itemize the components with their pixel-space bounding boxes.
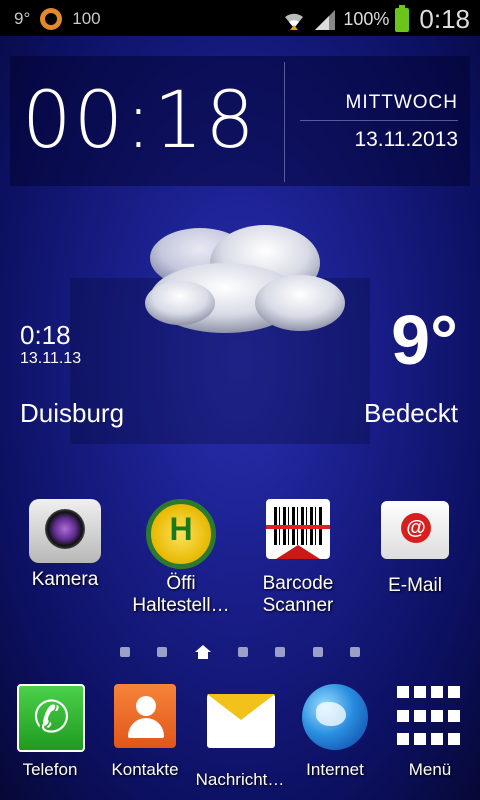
status-bar[interactable]: 9° 100 100% 0:18	[0, 0, 480, 36]
page-dot[interactable]	[157, 647, 168, 657]
messages-icon	[207, 694, 275, 760]
clock-time: 00:18	[22, 76, 257, 166]
weather-time: 0:18	[20, 320, 71, 350]
dock-nachrichten[interactable]: Nachricht…	[190, 684, 290, 790]
clock-divider	[284, 62, 285, 182]
barcode-icon	[262, 499, 334, 567]
clock-date: 13.11.2013	[354, 128, 458, 151]
camera-icon	[29, 495, 101, 563]
app-kamera[interactable]: Kamera	[10, 495, 120, 591]
app-drawer-icon	[397, 684, 463, 750]
dock-label-internet: Internet	[306, 760, 364, 779]
weather-date: 13.11.13	[20, 350, 82, 367]
phone-icon: ✆	[17, 684, 85, 752]
page-dot[interactable]	[120, 647, 130, 657]
home-page-icon[interactable]	[194, 645, 211, 659]
page-dot[interactable]	[237, 647, 248, 657]
app-label-kamera: Kamera	[31, 569, 99, 590]
app-label-barcode: Barcode Scanner	[262, 573, 334, 616]
globe-icon	[302, 684, 368, 750]
wifi-icon	[285, 13, 304, 30]
weather-notification-temp: 9°	[14, 9, 31, 28]
page-dot[interactable]	[349, 647, 360, 657]
dock-kontakte[interactable]: Kontakte	[95, 684, 195, 780]
app-email[interactable]: @ E-Mail	[360, 495, 470, 597]
system-icons: 100% 0:18	[281, 4, 470, 35]
contacts-icon	[112, 684, 178, 750]
battery-percent: 100%	[343, 9, 390, 29]
bus-stop-icon: H	[145, 499, 217, 569]
app-barcode-scanner[interactable]: Barcode Scanner	[243, 495, 353, 617]
dock-telefon[interactable]: ✆ Telefon	[0, 684, 100, 780]
app-label-email: E-Mail	[388, 575, 442, 596]
app-row: Kamera H Öffi Haltestell… Barcode Scanner …	[0, 495, 480, 625]
dock-menu[interactable]: Menü	[380, 684, 480, 780]
dock-label-menu: Menü	[408, 760, 452, 779]
page-dot[interactable]	[275, 647, 286, 657]
app-notification-icon	[40, 8, 63, 30]
page-indicator[interactable]	[120, 644, 360, 660]
status-time: 0:18	[419, 4, 470, 34]
dock: ✆ Telefon Kontakte Nachricht… Internet M…	[0, 684, 480, 800]
dock-label-telefon: Telefon	[22, 760, 78, 779]
weather-condition: Bedeckt	[364, 398, 458, 428]
battery-icon	[395, 4, 410, 32]
email-icon: @	[379, 501, 451, 569]
clock-separator	[300, 120, 458, 121]
weather-temperature: 9°	[391, 301, 458, 379]
dock-label-kontakte: Kontakte	[111, 760, 179, 779]
weather-city: Duisburg	[20, 398, 125, 428]
signal-icon	[315, 9, 336, 30]
app-label-oeffi: Öffi Haltestell…	[132, 573, 230, 616]
app-oeffi[interactable]: H Öffi Haltestell…	[126, 495, 236, 617]
page-dot[interactable]	[312, 647, 323, 657]
clock-day: MITTWOCH	[345, 92, 458, 113]
notification-area[interactable]: 9° 100	[14, 8, 101, 30]
cloud-icon	[145, 225, 345, 333]
clock-widget[interactable]: 00:18 MITTWOCH 13.11.2013	[10, 56, 470, 186]
dock-internet[interactable]: Internet	[285, 684, 385, 780]
dock-label-nachrichten: Nachricht…	[195, 770, 285, 789]
notification-count: 100	[72, 9, 101, 28]
